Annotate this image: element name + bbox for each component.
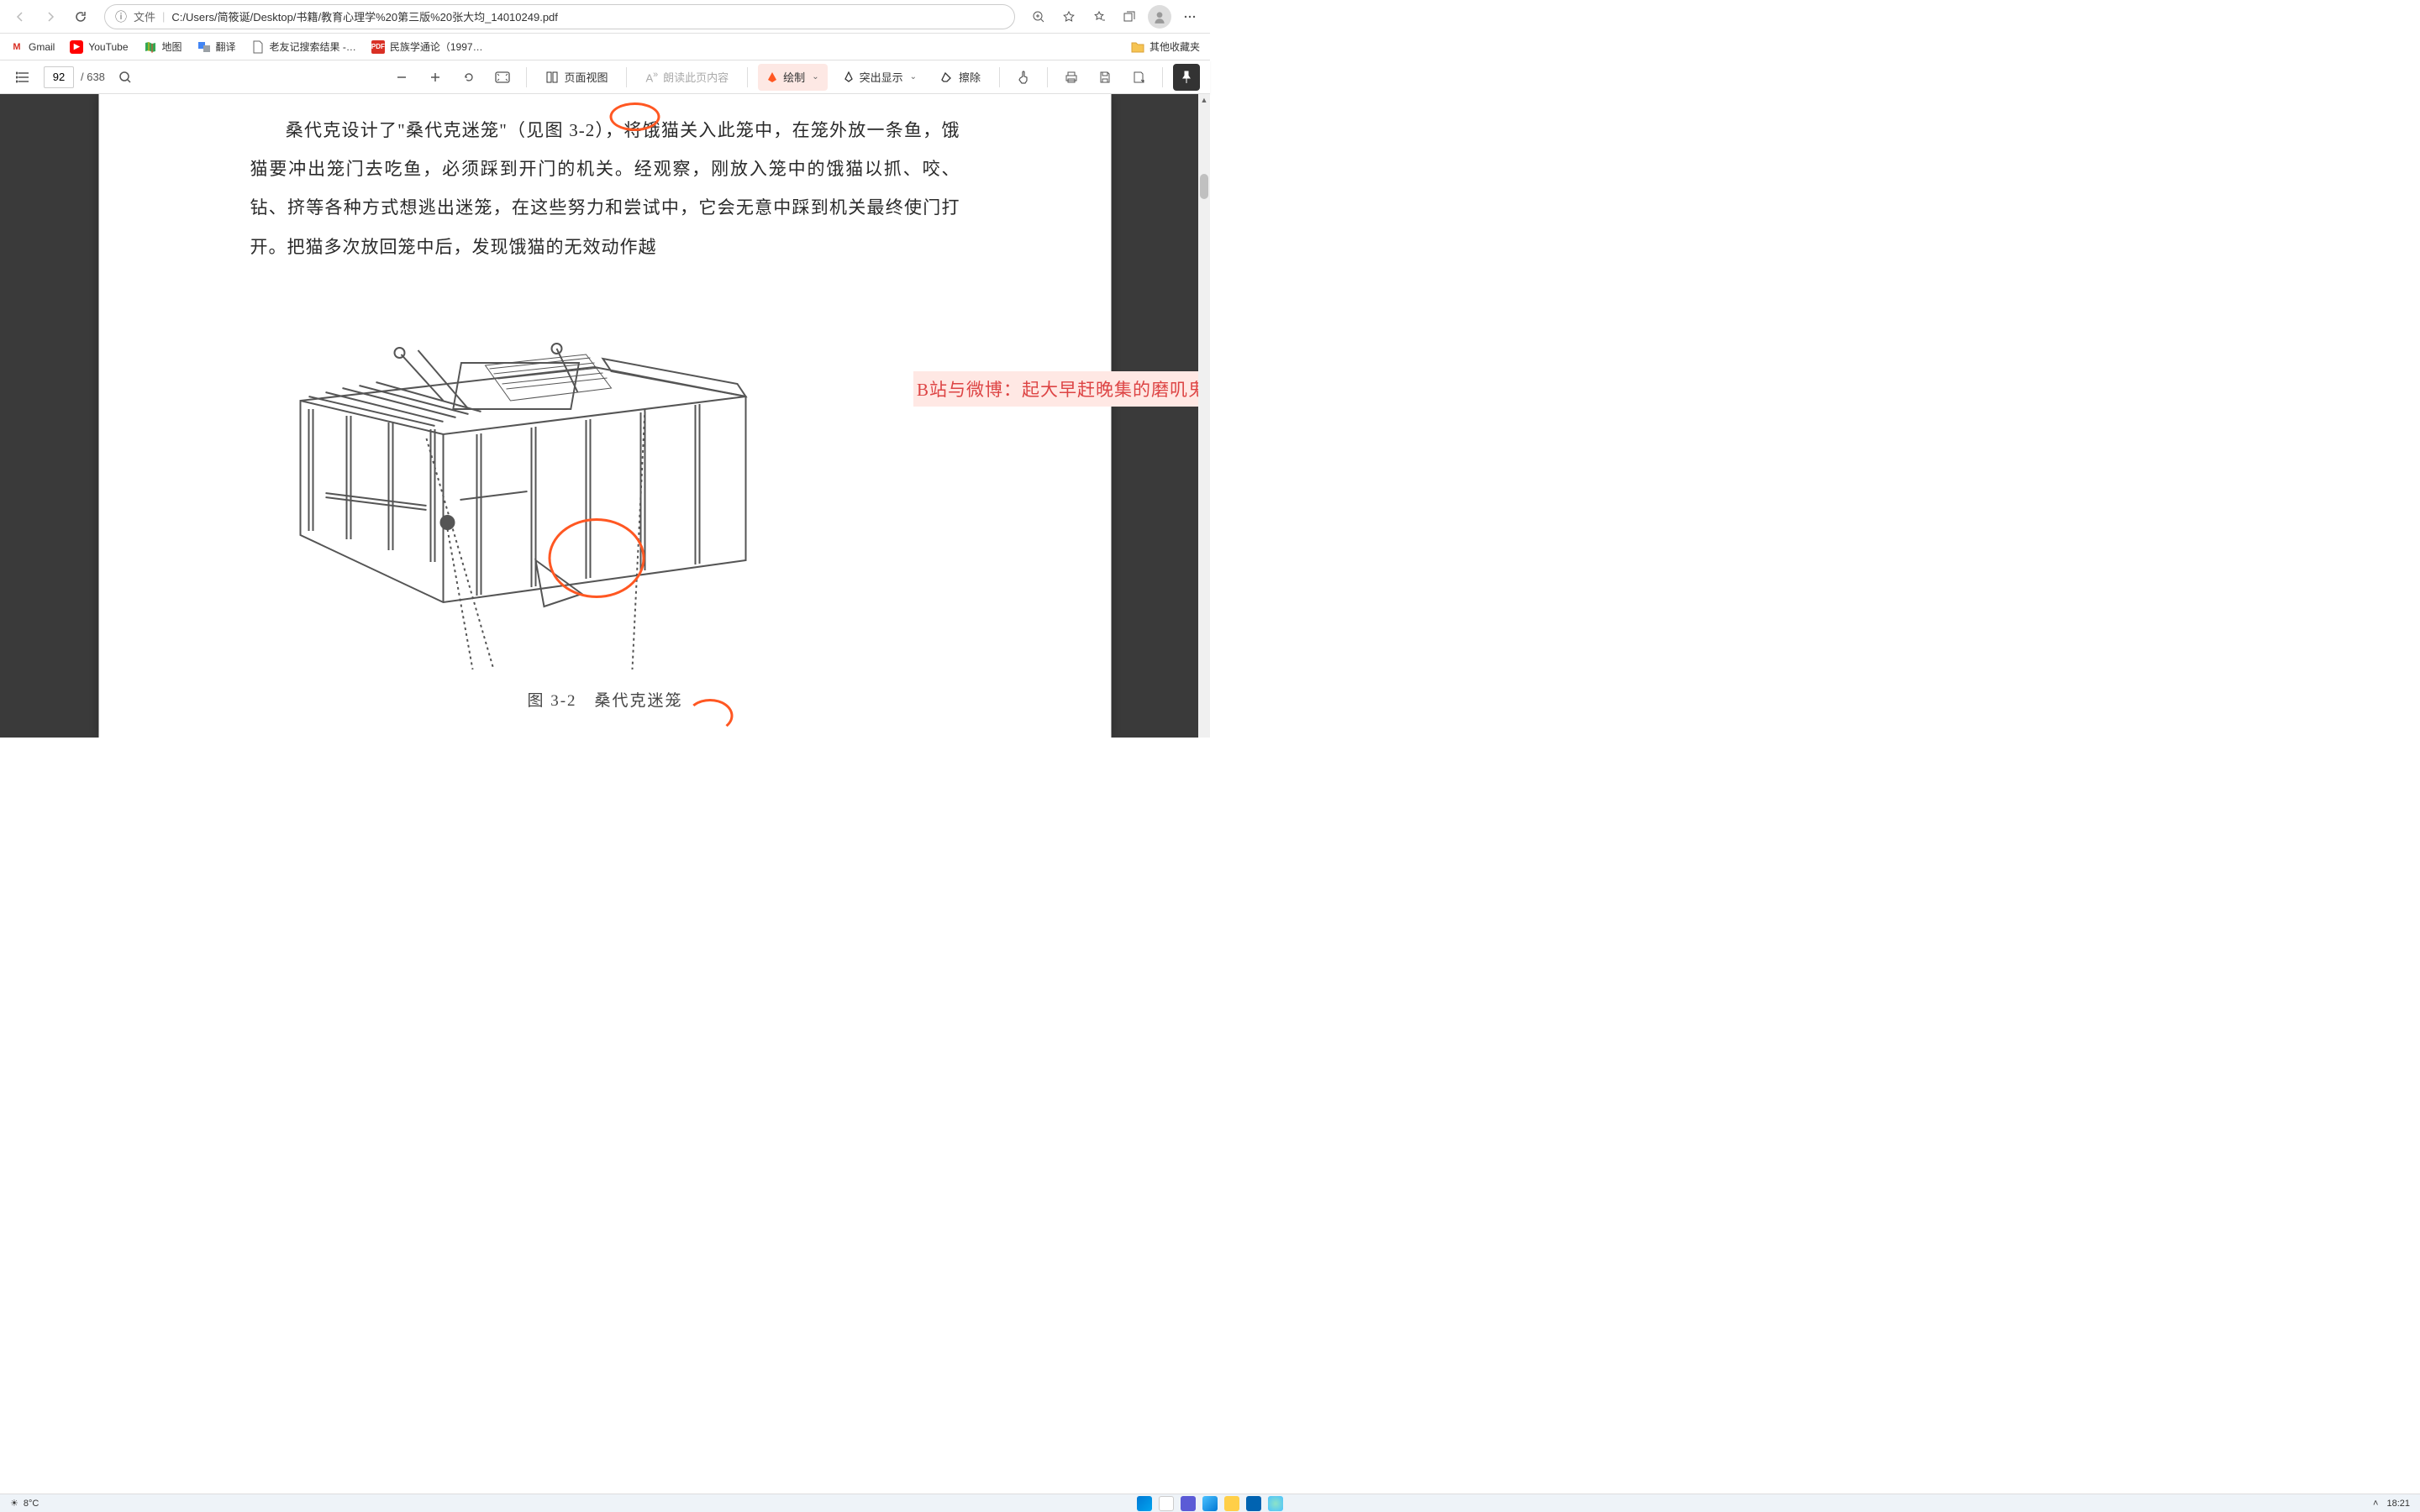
gmail-icon: M	[10, 40, 24, 54]
search-icon[interactable]	[112, 64, 139, 91]
youtube-icon: ▶	[70, 40, 83, 54]
read-aloud-icon: A»	[645, 70, 658, 84]
back-button[interactable]	[7, 3, 34, 30]
info-icon: ⓘ	[115, 8, 127, 25]
fit-page-icon[interactable]	[489, 64, 516, 91]
zoom-in-icon[interactable]	[422, 64, 449, 91]
url-label: 文件	[134, 8, 155, 24]
taskbar-center	[1137, 1496, 1283, 1511]
file-icon	[251, 40, 265, 54]
clock[interactable]: 18:21	[2386, 1499, 2410, 1509]
task-view-icon[interactable]	[1181, 1496, 1196, 1511]
pdf-icon: PDF	[371, 40, 385, 54]
vertical-scrollbar[interactable]: ▲	[1198, 94, 1210, 738]
weather-widget[interactable]: ☀ 8°C	[10, 1498, 39, 1509]
translate-icon	[197, 40, 211, 54]
start-icon[interactable]	[1137, 1496, 1152, 1511]
bookmark-ethnology[interactable]: PDF 民族学通论（1997…	[371, 39, 483, 54]
app-icon[interactable]	[1268, 1496, 1283, 1511]
eraser-icon	[940, 71, 954, 83]
folder-icon	[1131, 41, 1144, 53]
refresh-button[interactable]	[67, 3, 94, 30]
scroll-up-arrow-icon[interactable]: ▲	[1198, 94, 1210, 106]
draw-button[interactable]: 绘制 ⌄	[758, 64, 827, 91]
zoom-icon[interactable]	[1025, 3, 1052, 30]
contents-toggle-icon[interactable]	[10, 64, 37, 91]
bookmark-youtube[interactable]: ▶ YouTube	[70, 40, 128, 54]
puzzle-box-illustration	[250, 275, 763, 686]
forward-button[interactable]	[37, 3, 64, 30]
chevron-down-icon: ⌄	[812, 72, 818, 81]
pdf-viewport[interactable]: 桑代克设计了"桑代克迷笼"（见图 3-2），将饿猫关入此笼中，在笼外放一条鱼，饿…	[0, 94, 1210, 738]
favorite-icon[interactable]	[1055, 3, 1082, 30]
more-icon[interactable]	[1176, 3, 1203, 30]
page-total: / 638	[81, 71, 105, 83]
save-icon[interactable]	[1092, 64, 1118, 91]
browser-nav-bar: ⓘ 文件 | C:/Users/简筱诞/Desktop/书籍/教育心理学%20第…	[0, 0, 1210, 34]
body-paragraph: 桑代克设计了"桑代克迷笼"（见图 3-2），将饿猫关入此笼中，在笼外放一条鱼，饿…	[250, 111, 960, 266]
collections-icon[interactable]	[1116, 3, 1143, 30]
highlight-button[interactable]: 突出显示 ⌄	[834, 64, 925, 91]
favorites-list-icon[interactable]	[1086, 3, 1113, 30]
figure-3-2: 图 3-2 桑代克迷笼	[250, 275, 960, 711]
tray-chevron-icon[interactable]: ˄	[2373, 1499, 2378, 1509]
page-view-icon	[545, 71, 559, 84]
search-task-icon[interactable]	[1159, 1496, 1174, 1511]
page-view-button[interactable]: 页面视图	[537, 64, 616, 91]
chevron-down-icon: ⌄	[910, 72, 917, 81]
figure-caption: 图 3-2 桑代克迷笼	[250, 688, 960, 711]
bookmark-search-result[interactable]: 老友记搜索结果 -…	[251, 39, 356, 54]
url-path: C:/Users/简筱诞/Desktop/书籍/教育心理学%20第三版%20张大…	[171, 8, 1004, 24]
save-as-icon[interactable]	[1125, 64, 1152, 91]
zoom-out-icon[interactable]	[388, 64, 415, 91]
explorer-icon[interactable]	[1224, 1496, 1239, 1511]
pdf-toolbar: / 638 页面视图 A» 朗读此页内容 绘制 ⌄ 突出显示 ⌄ 擦除	[0, 60, 1210, 94]
pen-icon	[766, 71, 778, 83]
print-icon[interactable]	[1058, 64, 1085, 91]
system-tray[interactable]: ˄ 18:21	[2373, 1499, 2410, 1509]
other-bookmarks[interactable]: 其他收藏夹	[1131, 39, 1200, 54]
watermark-overlay: B站与微博：起大早赶晚集的磨叽鬼	[913, 371, 1210, 407]
maps-icon	[144, 40, 157, 54]
pin-toolbar-icon[interactable]	[1173, 64, 1200, 91]
rotate-icon[interactable]	[455, 64, 482, 91]
edge-icon[interactable]	[1202, 1496, 1218, 1511]
erase-button[interactable]: 擦除	[932, 64, 989, 91]
bookmark-translate[interactable]: 翻译	[197, 39, 236, 54]
pdf-page: 桑代克设计了"桑代克迷笼"（见图 3-2），将饿猫关入此笼中，在笼外放一条鱼，饿…	[99, 94, 1112, 738]
page-number-input[interactable]	[44, 66, 74, 88]
read-aloud-button[interactable]: A» 朗读此页内容	[637, 64, 737, 91]
windows-taskbar[interactable]: ☀ 8°C ˄ 18:21	[0, 1494, 2420, 1512]
bookmarks-bar: M Gmail ▶ YouTube 地图 翻译 老友记搜索结果 -… PDF 民…	[0, 34, 1210, 60]
highlighter-icon	[843, 71, 855, 83]
weather-icon: ☀	[10, 1498, 18, 1509]
bookmark-maps[interactable]: 地图	[144, 39, 182, 54]
address-bar[interactable]: ⓘ 文件 | C:/Users/简筱诞/Desktop/书籍/教育心理学%20第…	[104, 4, 1015, 29]
profile-avatar[interactable]	[1146, 3, 1173, 30]
scroll-thumb[interactable]	[1200, 174, 1208, 199]
word-icon[interactable]	[1246, 1496, 1261, 1511]
touch-icon[interactable]	[1010, 64, 1037, 91]
bookmark-gmail[interactable]: M Gmail	[10, 40, 55, 54]
